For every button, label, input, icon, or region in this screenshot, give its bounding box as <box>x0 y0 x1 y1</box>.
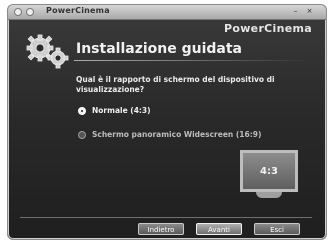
monitor-screen: 4:3 <box>240 150 298 192</box>
option-widescreen-16-9[interactable]: Schermo panoramico Widescreen (16:9) <box>78 130 261 139</box>
radio-widescreen[interactable] <box>78 130 86 139</box>
option-label: Schermo panoramico Widescreen (16:9) <box>92 130 262 139</box>
gears-icon <box>26 34 69 69</box>
monitor-preview: 4:3 <box>240 150 298 200</box>
wizard-window: PowerCinema – × PowerCinema Installazion… <box>7 4 327 240</box>
option-normal-4-3[interactable]: Normale (4:3) <box>78 106 151 115</box>
window-title: PowerCinema <box>46 6 110 15</box>
title-bar: PowerCinema – × <box>8 5 326 20</box>
radio-normal[interactable] <box>78 106 86 115</box>
question-text: Qual è il rapporto di schermo del dispos… <box>76 75 275 94</box>
close-icon[interactable] <box>14 8 22 16</box>
brand-logo: PowerCinema <box>224 22 312 35</box>
option-label: Normale (4:3) <box>92 106 151 115</box>
exit-button[interactable]: Esci <box>254 223 300 235</box>
minimize-icon[interactable] <box>26 8 34 16</box>
title-divider <box>74 60 310 61</box>
preview-label: 4:3 <box>260 165 278 177</box>
page-title: Installazione guidata <box>76 41 242 57</box>
monitor-stand <box>256 192 282 198</box>
next-button[interactable]: Avanti <box>196 223 242 235</box>
window-close-button[interactable]: × <box>305 7 314 16</box>
window-minimize-button[interactable]: – <box>291 7 300 16</box>
back-button[interactable]: Indietro <box>138 223 184 235</box>
footer-divider <box>20 217 312 218</box>
